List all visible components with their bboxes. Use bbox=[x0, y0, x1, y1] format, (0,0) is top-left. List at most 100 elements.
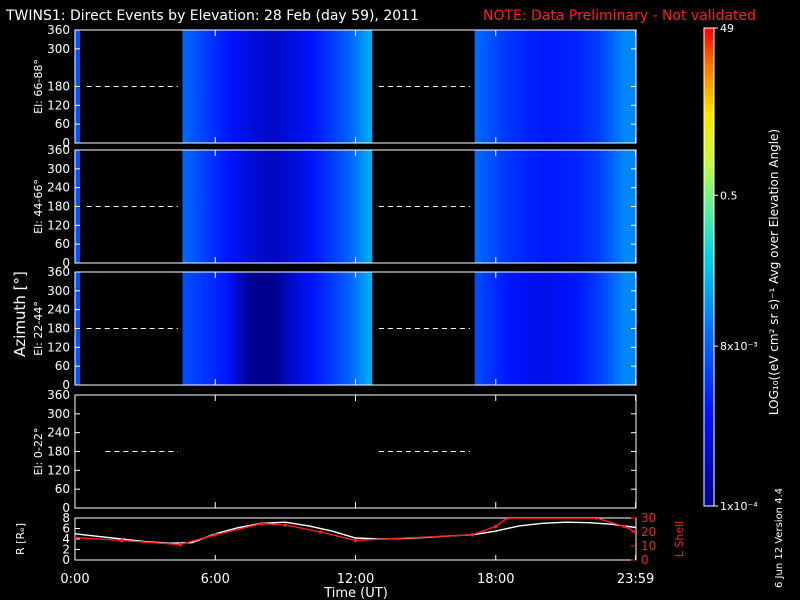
heatmap-cell bbox=[498, 30, 501, 143]
heatmap-cell bbox=[184, 30, 188, 143]
colorbar-segment bbox=[704, 59, 714, 65]
heatmap-cell bbox=[565, 272, 569, 385]
heatmap-cell bbox=[278, 150, 282, 263]
heatmap-cell bbox=[367, 150, 370, 263]
colorbar-segment bbox=[704, 446, 714, 451]
heatmap-cell bbox=[360, 272, 363, 385]
heatmap-cell bbox=[271, 150, 275, 263]
heatmap-cell bbox=[589, 30, 592, 143]
y-tick-label: 300 bbox=[47, 42, 70, 56]
heatmap-cell bbox=[575, 272, 578, 385]
colorbar-segment bbox=[704, 235, 714, 240]
colorbar-segment bbox=[704, 278, 714, 284]
heatmap-cell bbox=[568, 150, 571, 263]
heatmap-cell bbox=[607, 272, 611, 385]
heatmap-cell bbox=[530, 150, 534, 263]
heatmap-cell bbox=[194, 30, 197, 143]
heatmap-cell bbox=[311, 272, 314, 385]
heatmap-cell bbox=[540, 272, 543, 385]
heatmap-cell bbox=[334, 272, 338, 385]
heatmap-cell bbox=[182, 272, 186, 385]
heatmap-cell bbox=[329, 272, 333, 385]
heatmap-cell bbox=[276, 150, 279, 263]
heatmap-cell bbox=[259, 30, 263, 143]
heatmap-cell bbox=[315, 272, 319, 385]
heatmap-cell bbox=[364, 30, 368, 143]
heatmap-cell bbox=[514, 150, 518, 263]
heatmap-cell bbox=[327, 30, 331, 143]
colorbar-segment bbox=[704, 354, 714, 360]
heatmap-cell bbox=[593, 272, 597, 385]
heatmap-cell bbox=[196, 150, 200, 263]
heatmap-cell bbox=[353, 272, 356, 385]
heatmap-cell bbox=[488, 30, 492, 143]
plot-background bbox=[0, 0, 800, 600]
heatmap-cell bbox=[287, 30, 291, 143]
colorbar-segment bbox=[704, 55, 714, 61]
heatmap-cell bbox=[484, 150, 487, 263]
heatmap-cell bbox=[526, 272, 529, 385]
colorbar-segment bbox=[704, 462, 714, 467]
colorbar-segment bbox=[704, 362, 714, 368]
heatmap-cell bbox=[551, 150, 555, 263]
heatmap-cell bbox=[369, 30, 373, 143]
heatmap-cell bbox=[257, 272, 261, 385]
heatmap-cell bbox=[222, 272, 225, 385]
heatmap-cell bbox=[598, 272, 602, 385]
heatmap-cell bbox=[523, 272, 527, 385]
y-tick-label: 120 bbox=[47, 340, 70, 354]
heatmap-cell bbox=[203, 150, 207, 263]
colorbar-segment bbox=[704, 470, 714, 475]
colorbar-segment bbox=[704, 135, 714, 141]
colorbar-segment bbox=[704, 99, 714, 105]
heatmap-cell bbox=[572, 30, 576, 143]
orbit-right-tick-label: 20 bbox=[641, 525, 656, 539]
heatmap-cell bbox=[530, 30, 534, 143]
colorbar-segment bbox=[704, 390, 714, 395]
colorbar-segment bbox=[704, 294, 714, 300]
heatmap-cell bbox=[304, 272, 307, 385]
heatmap-cell bbox=[301, 150, 305, 263]
heatmap-cell bbox=[535, 150, 539, 263]
heatmap-cell bbox=[477, 272, 480, 385]
heatmap-cell bbox=[212, 272, 216, 385]
heatmap-cell bbox=[243, 272, 247, 385]
heatmap-cell bbox=[505, 272, 508, 385]
heatmap-cell bbox=[507, 30, 511, 143]
heatmap-cell bbox=[626, 272, 630, 385]
heatmap-cell bbox=[341, 30, 345, 143]
heatmap-cell bbox=[495, 150, 499, 263]
heatmap-cell bbox=[357, 150, 361, 263]
colorbar-segment bbox=[704, 410, 714, 415]
colorbar-segment bbox=[704, 474, 714, 479]
colorbar-segment bbox=[704, 378, 714, 384]
heatmap-cell bbox=[493, 150, 497, 263]
heatmap-cell bbox=[624, 30, 628, 143]
heatmap-cell bbox=[348, 30, 352, 143]
heatmap-cell bbox=[308, 30, 312, 143]
heatmap-cell bbox=[339, 150, 342, 263]
colorbar-segment bbox=[704, 63, 714, 69]
heatmap-cell bbox=[301, 272, 305, 385]
heatmap-cell bbox=[208, 30, 211, 143]
heatmap-cell bbox=[474, 30, 478, 143]
heatmap-cell bbox=[210, 30, 214, 143]
orbit-right-axis-label: L Shell bbox=[673, 521, 686, 557]
heatmap-cell bbox=[537, 150, 541, 263]
colorbar-segment bbox=[704, 123, 714, 129]
lshell-point bbox=[470, 533, 475, 537]
heatmap-cell bbox=[194, 272, 197, 385]
colorbar-segment bbox=[704, 199, 714, 204]
heatmap-cell bbox=[584, 272, 588, 385]
heatmap-cell bbox=[273, 272, 277, 385]
heatmap-cell bbox=[278, 272, 282, 385]
heatmap-cell bbox=[598, 30, 602, 143]
heatmap-cell bbox=[313, 272, 317, 385]
heatmap-cell bbox=[318, 272, 321, 385]
colorbar-segment bbox=[704, 183, 714, 188]
colorbar-segment bbox=[704, 187, 714, 192]
heatmap-cell bbox=[187, 272, 190, 385]
heatmap-cell bbox=[259, 150, 263, 263]
heatmap-cell bbox=[299, 272, 303, 385]
heatmap-cell bbox=[322, 272, 326, 385]
